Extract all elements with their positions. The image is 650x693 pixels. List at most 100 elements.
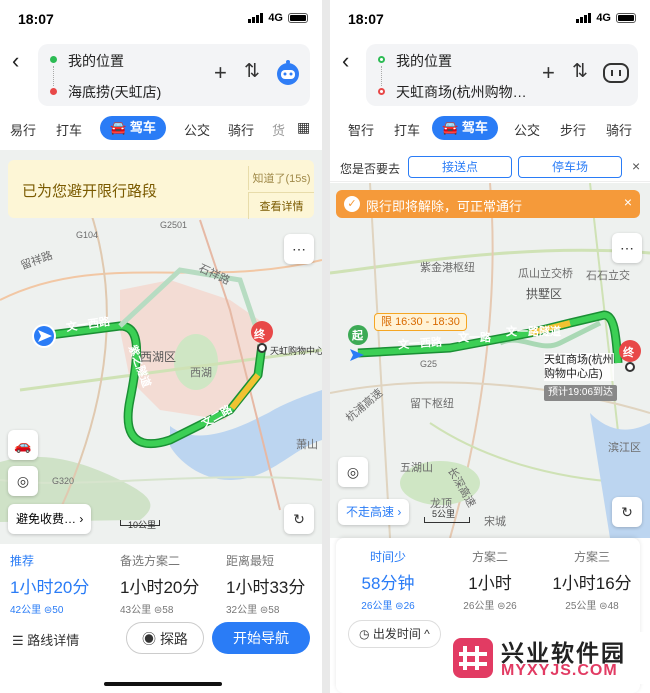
route-option-1[interactable]: 推荐 1小时20分 42公里 ⊜50 <box>10 552 89 616</box>
map-label-road: 文一路隧道 <box>506 326 561 338</box>
check-icon: ✓ <box>344 196 360 212</box>
time-window-label: 16:30 - 18:30 <box>395 316 460 328</box>
vehicle-icon[interactable]: 🚗 <box>8 430 38 460</box>
mode-tab-drive[interactable]: 🚘 驾车 <box>100 116 166 140</box>
close-notice-icon[interactable]: × <box>624 194 632 210</box>
map-label-highway: G2501 <box>160 220 188 230</box>
depart-time-button[interactable]: ◷ 出发时间 ^ <box>348 620 441 648</box>
back-button[interactable]: ‹ <box>342 48 349 74</box>
avoid-toll-label: 避免收费… <box>16 512 77 526</box>
refresh-icon[interactable]: ↻ <box>284 504 314 534</box>
map-view[interactable]: 紫金港枢纽 瓜山立交桥 石石立交 拱墅区 文一西路 文一路 文一路隧道 起 终 … <box>330 183 650 538</box>
explore-label: 探路 <box>159 631 188 647</box>
assistant-icon[interactable] <box>602 62 630 84</box>
option-distance: 32公里 <box>226 605 258 616</box>
origin-dot <box>50 56 57 63</box>
restriction-notice: ✓ 限行即将解除，可正常通行 × <box>336 190 640 218</box>
mode-tab-transit[interactable]: 公交 <box>514 120 540 139</box>
more-icon[interactable]: ⋯ <box>612 233 642 263</box>
route-option-3[interactable]: 方案三 1小时16分 25公里 ⊜48 <box>546 548 638 612</box>
scale-label: 10公里 <box>128 520 157 530</box>
close-icon[interactable]: × <box>632 158 640 174</box>
origin-field[interactable]: 我的位置 <box>396 51 452 71</box>
route-option-2[interactable]: 方案二 1小时 26公里 ⊜26 <box>452 548 528 612</box>
locate-icon[interactable]: ◎ <box>8 466 38 496</box>
more-icon[interactable]: ⋯ <box>284 234 314 264</box>
battery-icon <box>616 13 636 23</box>
option-duration: 1小时20分 <box>10 578 90 597</box>
option-duration: 1小时 <box>468 574 512 593</box>
mode-tab-smart[interactable]: 智行 <box>348 120 374 139</box>
route-card[interactable]: 我的位置 天虹商场(杭州购物… + ⇅ <box>366 44 638 106</box>
route-card[interactable]: 我的位置 海底捞(天虹店) + ⇅ <box>38 44 310 106</box>
origin-field[interactable]: 我的位置 <box>68 51 124 71</box>
explore-button[interactable]: ◉ 探路 <box>126 622 204 654</box>
mode-tab-bike[interactable]: 骑行 <box>606 120 632 139</box>
destination-field[interactable]: 海底捞(天虹店) <box>68 82 161 102</box>
map-label-lake: 西湖 <box>190 367 212 379</box>
option-distance: 43公里 <box>120 605 152 616</box>
origin-dot <box>378 56 385 63</box>
option-distance: 26公里 <box>463 601 495 612</box>
notice-dismiss[interactable]: 知道了(15s) <box>248 166 314 190</box>
notice-title: 限行即将解除，可正常通行 <box>366 199 523 214</box>
notice-details[interactable]: 查看详情 <box>248 192 314 219</box>
option-duration: 1小时33分 <box>226 578 306 597</box>
destination-field[interactable]: 天虹商场(杭州购物… <box>396 82 527 102</box>
option-tag: 推荐 <box>10 554 35 568</box>
home-indicator <box>104 682 222 686</box>
destination-name-2: 购物中心店) <box>544 368 603 380</box>
map-label-place: 宋城 <box>484 516 506 528</box>
start-navigation-button[interactable]: 开始导航 <box>212 622 310 654</box>
option-tag: 方案二 <box>471 550 508 564</box>
mode-tab-bike[interactable]: 骑行 <box>228 120 254 139</box>
map-label-district: 滨江区 <box>608 442 641 454</box>
mode-tab-taxi[interactable]: 打车 <box>56 120 82 139</box>
option-tag: 距离最短 <box>226 554 275 568</box>
pickup-point-button[interactable]: 接送点 <box>408 156 512 178</box>
start-marker-label: 起 <box>352 330 363 342</box>
add-waypoint-icon[interactable]: + <box>214 60 227 86</box>
swap-route-icon[interactable]: ⇅ <box>572 60 588 83</box>
map-label-hub: 留下枢纽 <box>410 398 454 410</box>
parking-button[interactable]: 停车场 <box>518 156 622 178</box>
route-option-1[interactable]: 时间少 58分钟 26公里 ⊜26 <box>350 548 426 612</box>
mode-tab-walk[interactable]: 步行 <box>560 120 586 139</box>
status-time: 18:07 <box>348 11 384 27</box>
route-option-2[interactable]: 备选方案二 1小时20分 43公里 ⊜58 <box>120 552 199 616</box>
right-screen: 18:07 4G ‹ 我的位置 天虹商场(杭州购物… + ⇅ 智行 打车 🚘 驾… <box>330 0 650 693</box>
route-options-panel: 推荐 1小时20分 42公里 ⊜50 备选方案二 1小时20分 43公里 ⊜58… <box>0 544 322 693</box>
map-label-district: 拱墅区 <box>526 287 563 301</box>
assistant-icon[interactable] <box>274 58 302 86</box>
map-label-road: 文一西路 <box>397 336 443 352</box>
depart-time-label: 出发时间 <box>372 627 421 641</box>
grid-menu-icon[interactable]: ▦ <box>297 119 310 136</box>
add-waypoint-icon[interactable]: + <box>542 60 555 86</box>
option-lights: 58 <box>268 605 280 616</box>
mode-tab-drive[interactable]: 🚘 驾车 <box>432 116 498 140</box>
map-label-road: 文一路 <box>458 332 491 344</box>
refresh-icon[interactable]: ↻ <box>612 497 642 527</box>
option-lights: 26 <box>403 601 415 612</box>
option-lights: 48 <box>607 601 619 612</box>
watermark: 兴业软件园 MYXYJS.COM <box>445 632 650 684</box>
mode-tab-yixing[interactable]: 易行 <box>10 120 36 139</box>
swap-route-icon[interactable]: ⇅ <box>244 60 260 83</box>
mode-tab-more[interactable]: 货 <box>272 120 285 139</box>
back-button[interactable]: ‹ <box>12 48 19 74</box>
route-details-button[interactable]: ☰ 路线详情 <box>12 630 79 649</box>
no-highway-button[interactable]: 不走高速 › <box>338 499 410 525</box>
battery-icon <box>288 13 308 23</box>
mode-tab-transit[interactable]: 公交 <box>184 120 210 139</box>
locate-icon[interactable]: ◎ <box>338 457 368 487</box>
mode-tab-taxi[interactable]: 打车 <box>394 120 420 139</box>
avoid-toll-button[interactable]: 避免收费… › <box>8 504 92 534</box>
map-label-hub: 紫金港枢纽 <box>420 262 475 274</box>
signal-icon <box>248 13 264 23</box>
option-duration: 1小时20分 <box>120 578 200 597</box>
option-tag: 时间少 <box>369 550 406 564</box>
route-option-3[interactable]: 距离最短 1小时33分 32公里 ⊜58 <box>226 552 305 616</box>
end-marker-label: 终 <box>623 347 634 359</box>
no-highway-label: 不走高速 <box>346 505 395 519</box>
scale-label: 5公里 <box>432 509 456 519</box>
